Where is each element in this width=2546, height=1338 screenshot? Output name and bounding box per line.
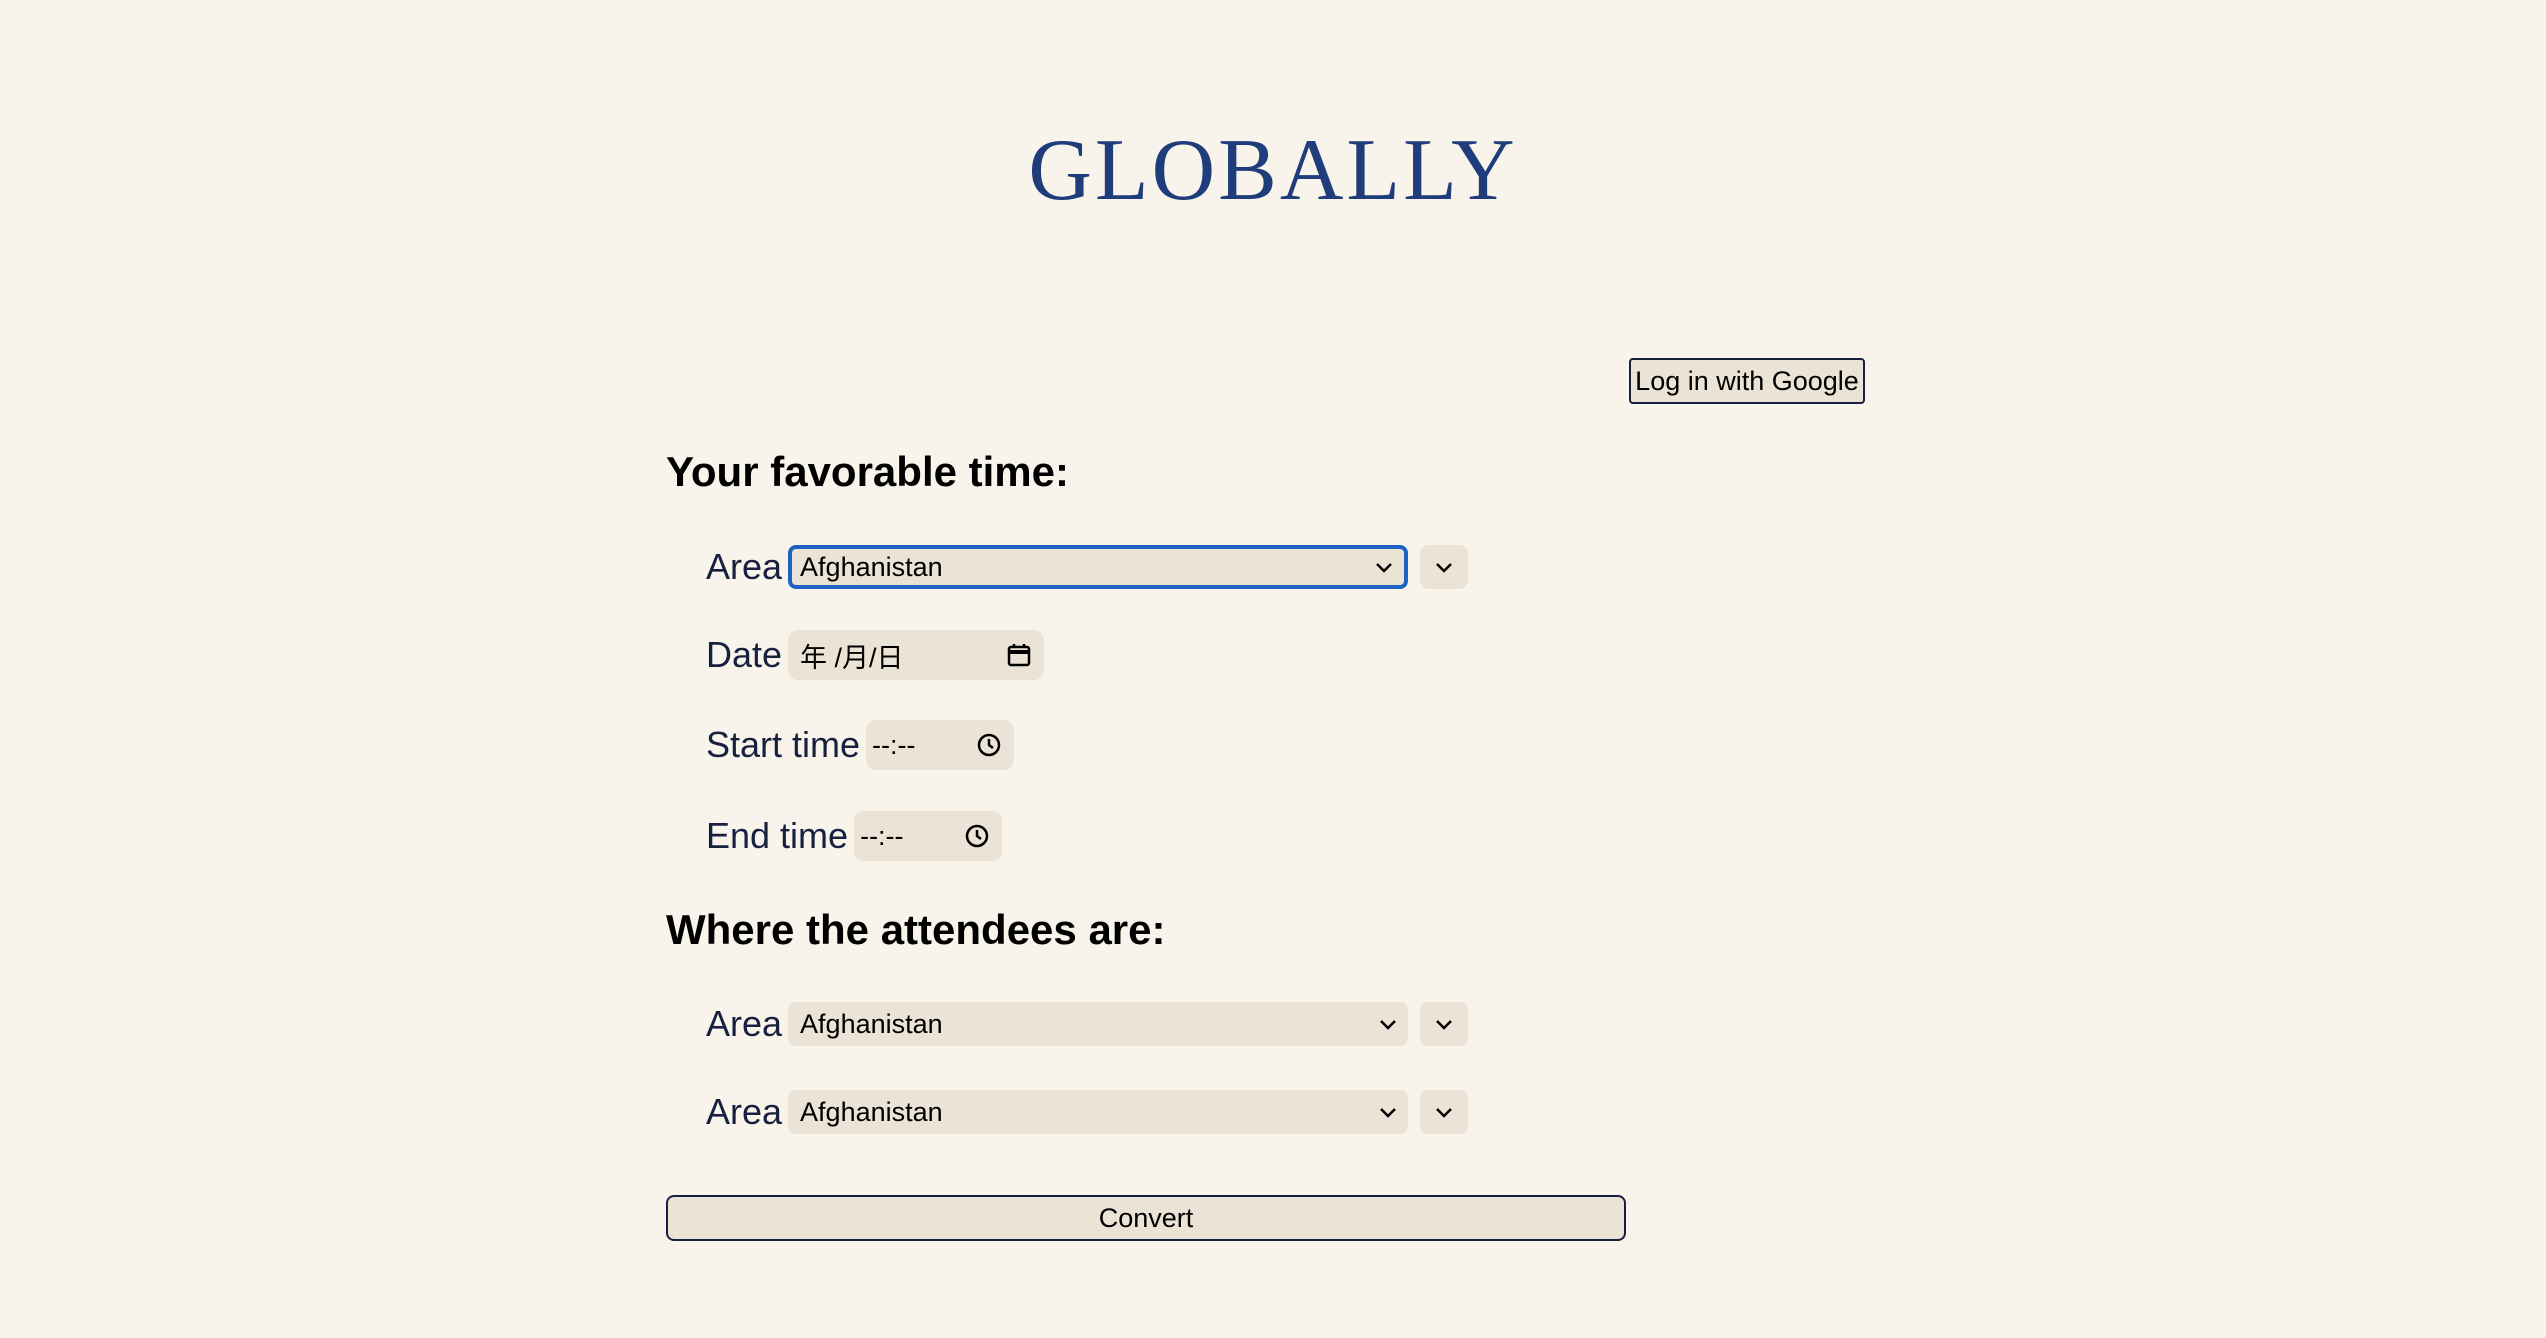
start-time-placeholder: --:--: [872, 729, 916, 760]
end-time-placeholder: --:--: [860, 820, 904, 851]
date-placeholder: 年 /月/日: [800, 642, 904, 673]
area-select-value: Afghanistan: [800, 551, 943, 582]
page: GLOBALLY Log in with Google Your favorab…: [0, 0, 2546, 1338]
chevron-down-icon: [1380, 1020, 1396, 1030]
date-label: Date: [706, 634, 783, 675]
area-select-value: Afghanistan: [800, 1096, 943, 1127]
area-label: Area: [706, 1003, 783, 1044]
date-input[interactable]: 年 /月/日: [788, 630, 1045, 680]
attendee-area-select[interactable]: Afghanistan: [788, 1002, 1409, 1046]
area-label: Area: [706, 546, 783, 587]
attendees-heading: Where the attendees are:: [666, 906, 1166, 953]
convert-button[interactable]: Convert: [666, 1195, 1626, 1241]
end-time-input[interactable]: --:--: [854, 811, 1003, 861]
logo: GLOBALLY: [1028, 122, 1518, 219]
area-label: Area: [706, 1091, 783, 1132]
favorable-area-select[interactable]: Afghanistan: [788, 545, 1409, 589]
chevron-down-icon: [1376, 563, 1392, 573]
calendar-icon[interactable]: [1006, 642, 1032, 668]
attendee-timezone-select[interactable]: [1420, 1090, 1469, 1134]
chevron-down-icon: [1436, 1108, 1452, 1118]
area-select-value: Afghanistan: [800, 1008, 943, 1039]
start-time-label: Start time: [706, 724, 861, 765]
favorable-time-heading: Your favorable time:: [666, 448, 1069, 495]
end-time-row: End time --:--: [706, 811, 1003, 861]
attendee-area-select[interactable]: Afghanistan: [788, 1090, 1409, 1134]
attendee-area-row: Area Afghanistan: [706, 999, 1469, 1049]
start-time-row: Start time --:--: [706, 720, 1015, 770]
start-time-input[interactable]: --:--: [866, 720, 1015, 770]
google-login-button[interactable]: Log in with Google: [1629, 358, 1865, 404]
favorable-timezone-select[interactable]: [1420, 545, 1469, 589]
chevron-down-icon: [1436, 1020, 1452, 1030]
clock-icon[interactable]: [976, 732, 1002, 758]
end-time-label: End time: [706, 815, 849, 856]
chevron-down-icon: [1436, 563, 1452, 573]
clock-icon[interactable]: [964, 823, 990, 849]
date-row: Date 年 /月/日: [706, 630, 1045, 680]
attendee-timezone-select[interactable]: [1420, 1002, 1469, 1046]
attendee-area-row: Area Afghanistan: [706, 1087, 1469, 1137]
chevron-down-icon: [1380, 1108, 1396, 1118]
favorable-area-row: Area Afghanistan: [706, 542, 1469, 592]
